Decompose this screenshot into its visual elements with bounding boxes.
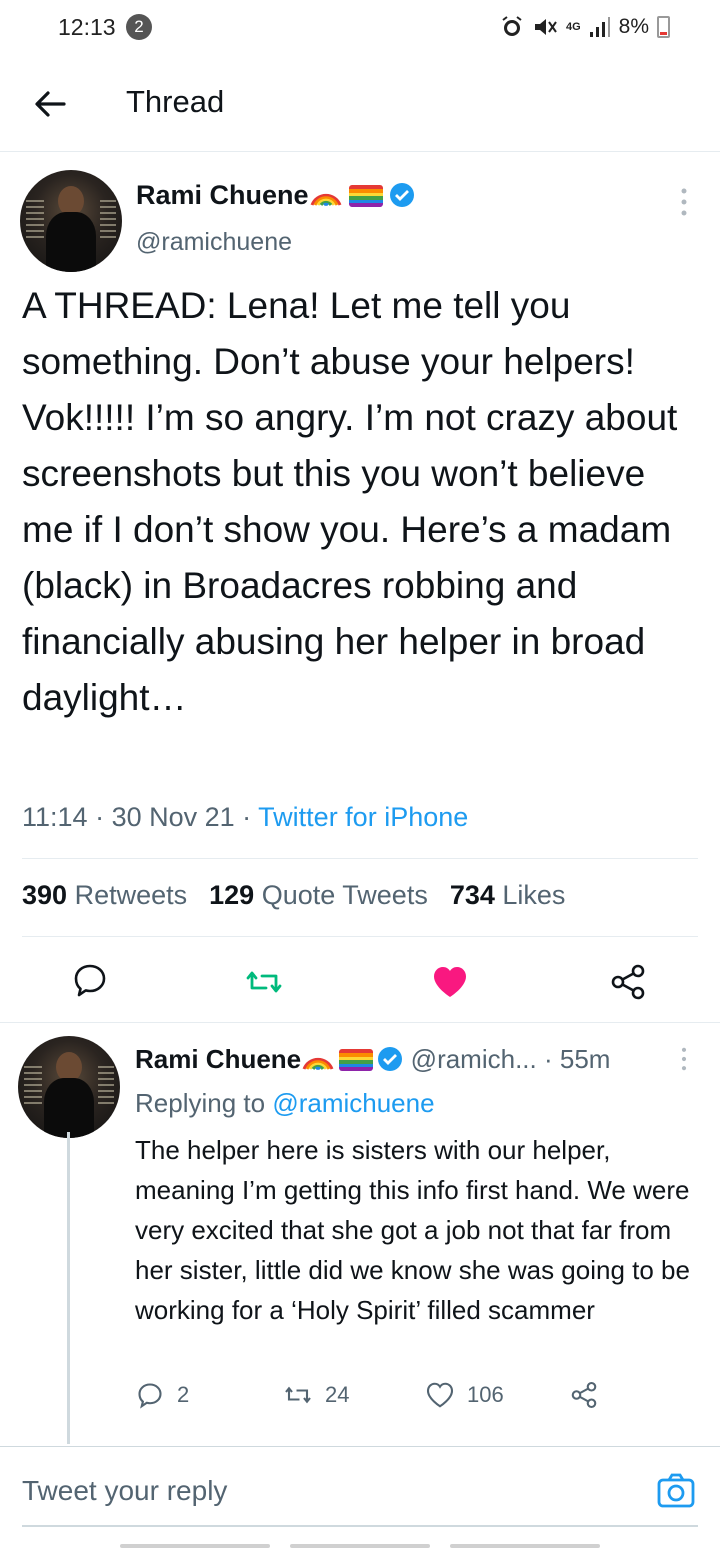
verified-badge-icon xyxy=(378,1047,403,1071)
reply-more-options-icon[interactable] xyxy=(672,1044,696,1074)
retweet-icon[interactable] xyxy=(244,962,284,1002)
reply-author-name[interactable]: Rami Chuene xyxy=(135,1044,301,1074)
divider xyxy=(22,936,698,937)
tweet-date: 30 Nov 21 xyxy=(111,802,235,832)
status-icons: 4G 8% xyxy=(500,12,670,42)
divider xyxy=(22,858,698,859)
system-nav-bar xyxy=(0,1530,720,1560)
rainbow-flag-icon xyxy=(348,185,383,207)
nav-pill xyxy=(290,1544,430,1548)
likes-stat[interactable]: 734 Likes xyxy=(450,880,566,911)
camera-icon[interactable] xyxy=(656,1471,696,1511)
tweet-actions xyxy=(0,958,720,1008)
heart-icon xyxy=(426,1382,454,1408)
retweets-stat[interactable]: 390 Retweets xyxy=(22,880,187,911)
status-time: 12:13 xyxy=(58,14,116,40)
reply-tweet-actions: 2 24 106 xyxy=(135,1380,615,1420)
tweet-stats: 390 Retweets 129 Quote Tweets 734 Likes xyxy=(22,880,565,911)
like-heart-icon[interactable] xyxy=(430,962,470,1002)
back-arrow-icon[interactable] xyxy=(28,82,72,126)
more-options-icon[interactable] xyxy=(672,184,696,220)
like-count: 106 xyxy=(467,1382,504,1407)
retweet-count: 24 xyxy=(325,1382,350,1407)
author-name[interactable]: Rami Chuene xyxy=(136,180,309,210)
notification-badge: 2 xyxy=(126,14,152,40)
mute-icon xyxy=(534,19,557,35)
reply-reply-button[interactable]: 2 xyxy=(135,1380,189,1410)
rainbow-emoji-icon xyxy=(310,193,341,207)
reply-handle-time: @ramich... · 55m xyxy=(410,1044,611,1074)
tweet-source-link[interactable]: Twitter for iPhone xyxy=(258,802,468,832)
rainbow-flag-icon xyxy=(339,1049,374,1071)
reply-input[interactable]: Tweet your reply xyxy=(22,1475,227,1507)
thread-connector-line xyxy=(67,1132,70,1444)
author-avatar[interactable] xyxy=(20,170,122,272)
reply-author-avatar[interactable] xyxy=(18,1036,120,1138)
reply-compose-bar: Tweet your reply xyxy=(0,1446,720,1536)
share-icon xyxy=(571,1381,597,1409)
page-title: Thread xyxy=(126,84,225,119)
network-type: 4G xyxy=(565,20,581,33)
reply-icon[interactable] xyxy=(70,960,110,1000)
section-divider xyxy=(0,1022,720,1023)
tweet-time: 11:14 xyxy=(22,802,88,832)
tweet-text: A THREAD: Lena! Let me tell you somethin… xyxy=(22,285,678,718)
verified-badge-icon xyxy=(389,183,414,207)
nav-pill xyxy=(120,1544,270,1548)
battery-icon xyxy=(657,16,670,38)
tweet-meta: 11:14 · 30 Nov 21 · Twitter for iPhone xyxy=(22,802,469,832)
main-tweet-author[interactable]: Rami Chuene xyxy=(136,180,415,211)
replying-to-link[interactable]: @ramichuene xyxy=(272,1088,434,1118)
alarm-icon xyxy=(502,16,522,36)
reply-share-button[interactable] xyxy=(569,1380,599,1410)
rainbow-emoji-icon xyxy=(302,1057,334,1071)
reply-icon xyxy=(138,1383,162,1409)
reply-tweet-header[interactable]: Rami Chuene @ramich... · 55m xyxy=(135,1044,610,1075)
reply-tweet-text: The helper here is sisters with our help… xyxy=(135,1135,690,1325)
author-handle[interactable]: @ramichuene xyxy=(136,228,292,257)
reply-like-button[interactable]: 106 xyxy=(425,1380,504,1410)
reply-retweet-button[interactable]: 24 xyxy=(283,1380,349,1410)
battery-percent: 8% xyxy=(618,15,649,38)
replying-to: Replying to @ramichuene xyxy=(135,1088,435,1118)
top-app-bar: Thread xyxy=(0,56,720,152)
retweet-icon xyxy=(285,1386,311,1404)
reply-input-underline xyxy=(22,1525,698,1527)
nav-pill xyxy=(450,1544,600,1548)
reply-count: 2 xyxy=(177,1382,190,1407)
status-bar: 12:13 2 4G 8% xyxy=(0,0,720,56)
share-icon[interactable] xyxy=(608,962,648,1002)
signal-icon xyxy=(589,17,610,37)
quote-tweets-stat[interactable]: 129 Quote Tweets xyxy=(209,880,428,911)
